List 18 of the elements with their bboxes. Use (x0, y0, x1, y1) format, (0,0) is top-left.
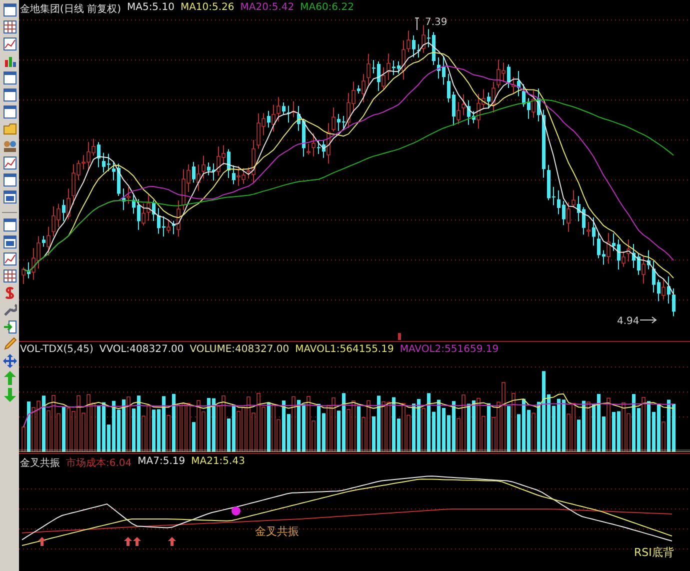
indicator-label: 市场成本:6.04 (66, 456, 132, 470)
signal-label: 金叉共振 (255, 525, 299, 538)
indicator-label: MA5:5.10 (126, 2, 174, 15)
chart-title: 金地集团(日线 前复权) (20, 2, 121, 16)
indicator-label: MAVOL1:564155.19 (295, 344, 394, 355)
indicator-label: VOLUME:408327.00 (190, 344, 290, 355)
signal-label: RSI底背 (634, 546, 674, 559)
low-price-label: 4.94 (617, 316, 640, 327)
indicator-label: MA21:5.43 (191, 456, 245, 469)
indicator-label: VVOL:408327.00 (99, 344, 184, 355)
chart-title: VOL-TDX(5,45) (20, 344, 94, 355)
indicator-label: MA60:6.22 (300, 2, 354, 15)
indicator-label: MA20:5.42 (240, 2, 294, 15)
chart-title: 金叉共振 (20, 456, 60, 470)
indicator-label: MAVOL2:551659.19 (400, 344, 499, 355)
high-price-label: 7.39 (425, 17, 448, 28)
indicator-label: MA7:5.19 (138, 456, 186, 469)
indicator-label: MA10:5.26 (180, 2, 234, 15)
